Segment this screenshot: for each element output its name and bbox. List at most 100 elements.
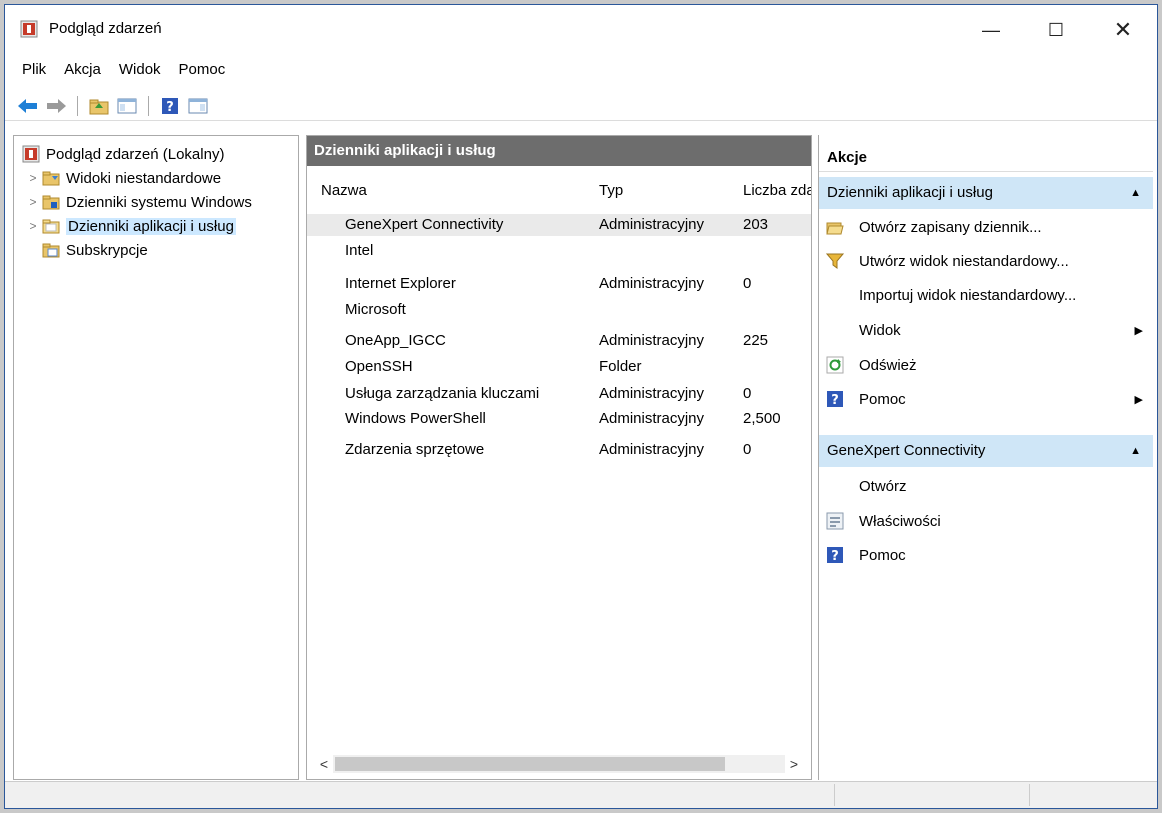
status-separator — [1029, 784, 1030, 806]
chevron-right-icon[interactable]: > — [24, 195, 42, 209]
menu-pomoc[interactable]: Pomoc — [177, 61, 228, 85]
column-header-count[interactable]: Liczba zdarzeń — [743, 182, 811, 199]
row-type: Administracyjny — [599, 385, 705, 402]
tree-item-label: Dzienniki systemu Windows — [66, 193, 252, 211]
action-refresh[interactable]: Odśwież — [819, 350, 1153, 380]
forward-icon[interactable] — [45, 95, 67, 117]
row-name: Zdarzenia sprzętowe — [345, 441, 485, 458]
action-label: Odśwież — [859, 356, 917, 374]
horizontal-scrollbar[interactable]: < > — [315, 753, 803, 775]
actions-pane: Akcje Dzienniki aplikacji i usług ▲ Otwó… — [818, 135, 1153, 780]
subscriptions-icon — [42, 243, 60, 258]
action-properties[interactable]: Właściwości — [819, 506, 1153, 536]
action-label: Widok — [859, 321, 901, 339]
properties-icon — [825, 511, 845, 531]
row-name: OneApp_IGCC — [345, 332, 446, 349]
row-type: Administracyjny — [599, 332, 705, 349]
row-type: Administracyjny — [599, 441, 705, 458]
help-icon: ? — [825, 389, 845, 409]
tree-item-custom-views[interactable]: > Widoki niestandardowe — [24, 166, 221, 190]
table-row[interactable]: OpenSSH Folder — [307, 356, 811, 378]
event-viewer-app-icon — [20, 20, 38, 38]
scroll-thumb[interactable] — [335, 757, 725, 771]
action-help-2[interactable]: ? Pomoc — [819, 540, 1153, 570]
tree-item-subscriptions[interactable]: Subskrypcje — [42, 238, 148, 262]
open-folder-icon — [825, 217, 845, 237]
section-label: GeneXpert Connectivity — [827, 442, 986, 459]
tree-item-label: Subskrypcje — [66, 241, 148, 259]
action-view[interactable]: Widok ▶ — [819, 315, 1153, 345]
tree-item-label: Dzienniki aplikacji i usług — [66, 217, 236, 235]
table-row[interactable]: Usługa zarządzania kluczami Administracy… — [307, 383, 811, 405]
minimize-button[interactable]: — — [968, 13, 1014, 47]
row-type: Administracyjny — [599, 216, 705, 233]
menu-plik[interactable]: Plik — [20, 61, 48, 85]
refresh-icon — [825, 355, 845, 375]
table-row[interactable]: OneApp_IGCC Administracyjny 225 — [307, 330, 811, 352]
table-row[interactable]: Internet Explorer Administracyjny 0 — [307, 273, 811, 295]
show-hide-tree-icon[interactable] — [116, 95, 138, 117]
toolbar: ? — [5, 92, 1157, 121]
row-count: 203 — [743, 216, 769, 233]
scroll-right-button[interactable]: > — [785, 756, 803, 772]
row-count: 0 — [743, 441, 752, 458]
collapse-triangle-icon[interactable]: ▲ — [1130, 435, 1141, 467]
blank-icon — [825, 285, 845, 305]
row-name: OpenSSH — [345, 358, 413, 375]
row-type: Administracyjny — [599, 410, 705, 427]
column-header-name[interactable]: Nazwa — [321, 182, 367, 199]
filter-icon — [825, 251, 845, 271]
actions-title: Akcje — [819, 145, 1153, 172]
maximize-button[interactable]: ☐ — [1033, 13, 1079, 47]
status-bar — [5, 781, 1157, 808]
table-row[interactable]: GeneXpert Connectivity Administracyjny 2… — [307, 214, 811, 236]
help-icon: ? — [825, 545, 845, 565]
help-icon[interactable]: ? — [159, 95, 181, 117]
show-hide-action-pane-icon[interactable] — [187, 95, 209, 117]
section-label: Dzienniki aplikacji i usług — [827, 184, 993, 201]
actions-section-app-logs[interactable]: Dzienniki aplikacji i usług ▲ — [819, 177, 1153, 209]
title-bar: Podgląd zdarzeń — ☐ ✕ — [5, 5, 1157, 57]
action-label: Pomoc — [859, 546, 906, 564]
tree-root-label: Podgląd zdarzeń (Lokalny) — [46, 145, 225, 163]
back-icon[interactable] — [17, 95, 39, 117]
row-count: 2,500 — [743, 410, 781, 427]
column-header-type[interactable]: Typ — [599, 182, 623, 199]
event-viewer-window: Podgląd zdarzeń — ☐ ✕ Plik Akcja Widok P… — [4, 4, 1158, 809]
row-type: Administracyjny — [599, 275, 705, 292]
chevron-right-icon[interactable]: > — [24, 219, 42, 233]
app-logs-folder-icon — [42, 219, 60, 234]
event-viewer-icon — [22, 145, 40, 163]
table-row[interactable]: Intel — [307, 240, 811, 262]
chevron-right-icon[interactable]: > — [24, 171, 42, 185]
log-list-pane: Dzienniki aplikacji i usług Nazwa Typ Li… — [306, 135, 812, 780]
action-open-saved-log[interactable]: Otwórz zapisany dziennik... — [819, 212, 1153, 242]
menu-akcja[interactable]: Akcja — [62, 61, 103, 85]
close-button[interactable]: ✕ — [1100, 13, 1146, 47]
up-folder-icon[interactable] — [88, 95, 110, 117]
tree-root[interactable]: Podgląd zdarzeń (Lokalny) — [22, 142, 224, 166]
action-label: Otwórz — [859, 477, 907, 495]
action-open[interactable]: Otwórz — [819, 471, 1153, 501]
table-row[interactable]: Windows PowerShell Administracyjny 2,500 — [307, 408, 811, 430]
row-name: Internet Explorer — [345, 275, 456, 292]
tree-item-windows-logs[interactable]: > Dzienniki systemu Windows — [24, 190, 252, 214]
row-name: Usługa zarządzania kluczami — [345, 385, 540, 402]
menu-widok[interactable]: Widok — [117, 61, 163, 85]
scroll-left-button[interactable]: < — [315, 756, 333, 772]
row-count: 0 — [743, 385, 752, 402]
action-create-custom-view[interactable]: Utwórz widok niestandardowy... — [819, 246, 1153, 276]
actions-section-genexpert[interactable]: GeneXpert Connectivity ▲ — [819, 435, 1153, 467]
blank-icon — [825, 476, 845, 496]
table-row[interactable]: Zdarzenia sprzętowe Administracyjny 0 — [307, 439, 811, 461]
collapse-triangle-icon[interactable]: ▲ — [1130, 177, 1141, 209]
scroll-track[interactable] — [333, 755, 785, 773]
tree-item-app-service-logs[interactable]: > Dzienniki aplikacji i usług — [24, 214, 236, 238]
table-row[interactable]: Microsoft — [307, 299, 811, 321]
row-name: Windows PowerShell — [345, 410, 486, 427]
svg-text:?: ? — [166, 100, 174, 115]
svg-text:?: ? — [831, 393, 839, 408]
action-import-custom-view[interactable]: Importuj widok niestandardowy... — [819, 280, 1153, 310]
custom-views-folder-icon — [42, 171, 60, 186]
action-help[interactable]: ? Pomoc ▶ — [819, 384, 1153, 414]
